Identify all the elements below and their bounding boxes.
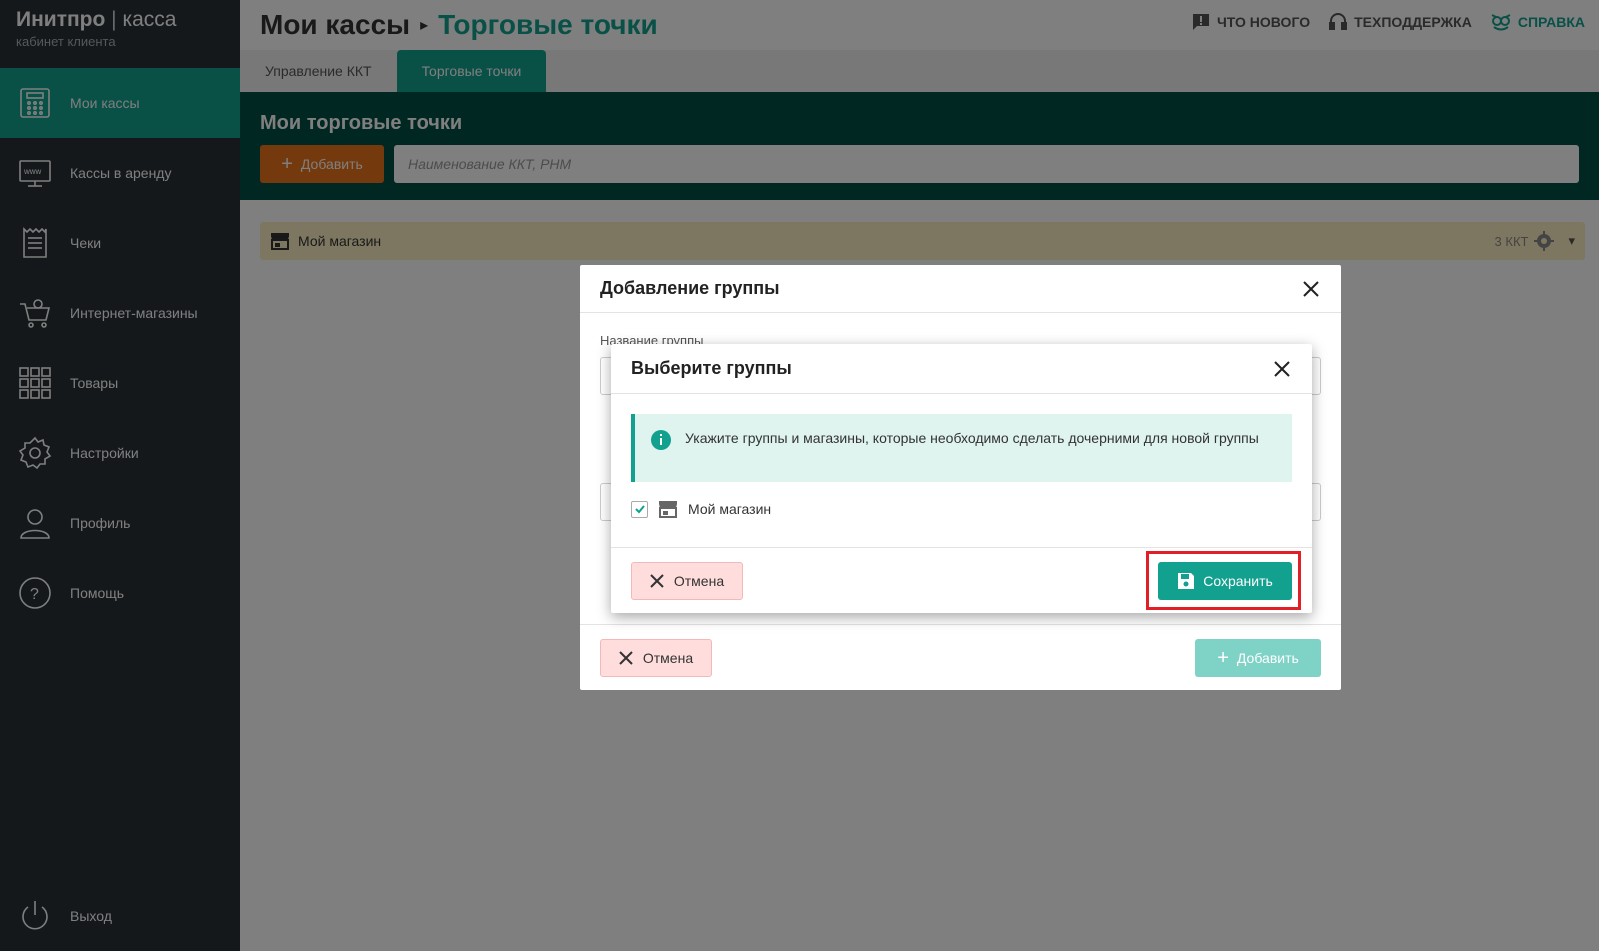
checkbox[interactable]	[631, 500, 648, 518]
add-group-label: Добавить	[1236, 650, 1299, 666]
cancel-label: Отмена	[642, 650, 694, 666]
info-icon	[651, 430, 671, 450]
add-group-modal-title: Добавление группы	[600, 278, 780, 298]
close-icon[interactable]	[1272, 359, 1292, 379]
add-group-button[interactable]: + Добавить	[1195, 639, 1321, 677]
add-group-modal-footer: Отмена + Добавить	[580, 624, 1341, 690]
cancel-button[interactable]: Отмена	[600, 639, 712, 677]
store-icon	[659, 501, 677, 518]
info-alert: Укажите группы и магазины, которые необх…	[631, 414, 1292, 482]
add-group-modal-header: Добавление группы	[580, 265, 1341, 313]
cancel-button[interactable]: Отмена	[631, 562, 743, 600]
cancel-label: Отмена	[673, 573, 725, 589]
check-icon	[634, 505, 645, 514]
plus-icon: +	[1217, 647, 1229, 669]
select-groups-modal-title: Выберите группы	[631, 358, 792, 378]
select-groups-modal-header: Выберите группы	[611, 344, 1312, 394]
checkbox-label: Мой магазин	[688, 501, 772, 517]
highlight-box	[1146, 551, 1301, 610]
close-icon	[650, 574, 664, 588]
info-text: Укажите группы и магазины, которые необх…	[685, 430, 1259, 446]
list-item-shop-checkbox[interactable]: Мой магазин	[631, 500, 771, 518]
close-icon[interactable]	[1301, 279, 1321, 299]
close-icon	[619, 651, 633, 665]
